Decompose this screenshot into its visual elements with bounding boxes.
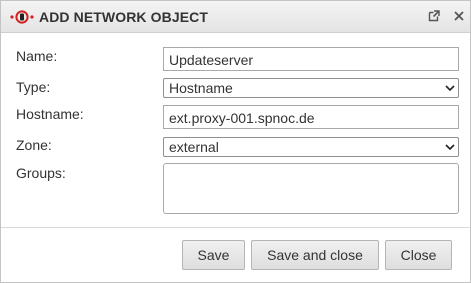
type-select-value: Hostname bbox=[169, 80, 233, 96]
footer-divider bbox=[1, 227, 470, 228]
close-icon[interactable] bbox=[452, 9, 466, 23]
chevron-down-icon bbox=[445, 144, 455, 151]
close-button[interactable]: Close bbox=[385, 240, 452, 270]
securepoint-logo-icon bbox=[10, 10, 34, 24]
groups-label: Groups: bbox=[16, 165, 66, 181]
dialog-title: ADD NETWORK OBJECT bbox=[39, 9, 209, 25]
hostname-input[interactable]: ext.proxy-001.spnoc.de bbox=[163, 105, 459, 129]
name-input[interactable]: Updateserver bbox=[163, 47, 459, 71]
type-label: Type: bbox=[16, 79, 51, 95]
save-button[interactable]: Save bbox=[182, 240, 245, 270]
popout-icon[interactable] bbox=[427, 9, 441, 23]
save-and-close-button[interactable]: Save and close bbox=[251, 240, 379, 270]
zone-select[interactable]: external bbox=[163, 137, 459, 157]
groups-textarea[interactable] bbox=[163, 163, 459, 214]
zone-label: Zone: bbox=[16, 137, 52, 153]
name-label: Name: bbox=[16, 48, 58, 64]
zone-select-value: external bbox=[169, 139, 219, 155]
dialog-titlebar[interactable]: ADD NETWORK OBJECT bbox=[1, 1, 470, 33]
type-select[interactable]: Hostname bbox=[163, 78, 459, 98]
hostname-label: Hostname: bbox=[16, 106, 84, 122]
add-network-object-dialog: ADD NETWORK OBJECT Name: Updateserver Ty… bbox=[0, 0, 471, 283]
chevron-down-icon bbox=[445, 85, 455, 92]
